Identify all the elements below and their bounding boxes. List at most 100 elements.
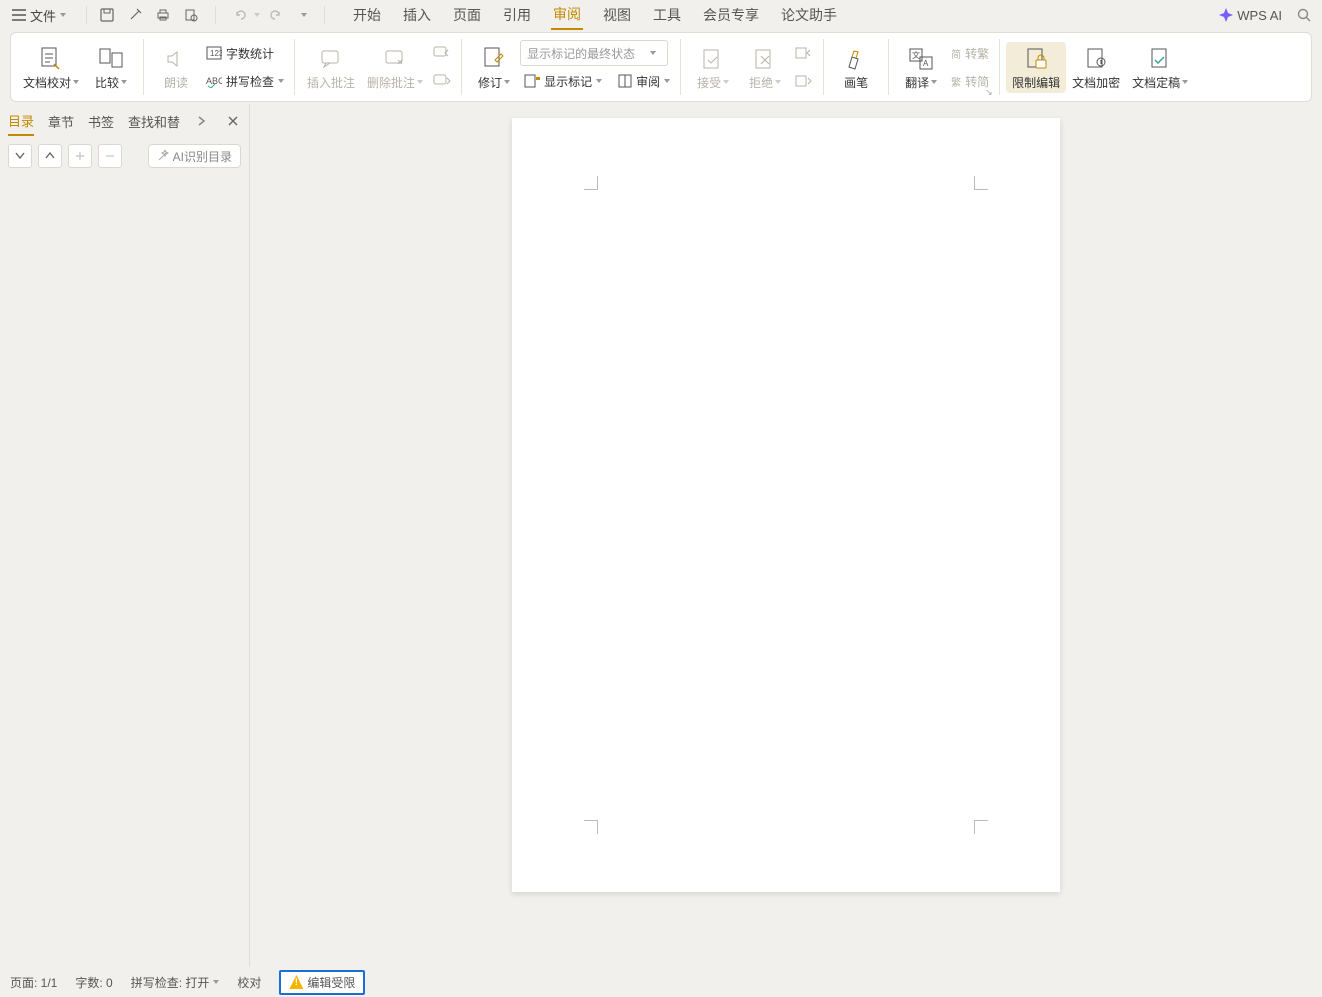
prev-comment-button[interactable] xyxy=(429,40,455,66)
panel-toolbar: AI识别目录 xyxy=(0,138,249,174)
doc-compare-button[interactable]: 文档校对 xyxy=(17,42,85,93)
finalize-button[interactable]: 文档定稿 xyxy=(1126,42,1194,93)
word-count-button[interactable]: 123 字数统计 xyxy=(202,40,288,66)
doc-compare-label: 文档校对 xyxy=(23,74,71,91)
compare-label: 比较 xyxy=(95,74,119,91)
pen-label: 画笔 xyxy=(844,74,868,91)
tab-page[interactable]: 页面 xyxy=(451,1,483,29)
chevron-down-icon xyxy=(664,79,670,83)
margin-mark-icon xyxy=(584,820,598,834)
accept-button[interactable]: 接受 xyxy=(687,42,739,93)
track-changes-button[interactable]: 修订 xyxy=(468,42,520,93)
ai-recognize-toc-button[interactable]: AI识别目录 xyxy=(148,144,241,168)
insert-comment-button[interactable]: 插入批注 xyxy=(301,42,361,93)
hamburger-icon xyxy=(12,9,26,21)
restrict-editing-button[interactable]: 限制编辑 xyxy=(1006,42,1066,93)
read-aloud-button[interactable]: 朗读 xyxy=(150,42,202,93)
chevron-down-icon xyxy=(60,13,66,17)
accept-icon xyxy=(702,44,724,74)
compare-button[interactable]: 比较 xyxy=(85,42,137,93)
wps-ai-label: WPS AI xyxy=(1237,8,1282,23)
page-indicator[interactable]: 页面: 1/1 xyxy=(10,974,57,991)
tab-tools[interactable]: 工具 xyxy=(651,1,683,29)
next-comment-button[interactable] xyxy=(429,68,455,94)
group-tracking: 修订 显示标记的最终状态 显示标记 审阅 xyxy=(462,33,680,101)
ribbon-tabs: 开始 插入 页面 引用 审阅 视图 工具 会员专享 论文助手 xyxy=(351,0,839,30)
panel-tabs-scroll-right[interactable] xyxy=(194,113,210,129)
prev-change-button[interactable] xyxy=(791,40,817,66)
print-button[interactable] xyxy=(151,3,175,27)
tab-start[interactable]: 开始 xyxy=(351,1,383,29)
pen-button[interactable]: 画笔 xyxy=(830,42,882,93)
document-area[interactable] xyxy=(250,104,1322,967)
save-button[interactable] xyxy=(95,3,119,27)
navigation-panel: 目录 章节 书签 查找和替 xyxy=(0,104,250,967)
spell-check-label: 拼写检查: 打开 xyxy=(131,974,210,991)
word-count-indicator[interactable]: 字数: 0 xyxy=(75,974,112,991)
undo-button[interactable] xyxy=(228,3,252,27)
wps-ai-button[interactable]: WPS AI xyxy=(1219,8,1282,23)
redo-button[interactable] xyxy=(264,3,288,27)
lock-doc-icon xyxy=(1025,44,1047,74)
tab-insert[interactable]: 插入 xyxy=(401,1,433,29)
group-proofing: 文档校对 比较 xyxy=(11,33,143,101)
panel-tab-toc[interactable]: 目录 xyxy=(8,107,34,136)
show-markup-button[interactable]: 显示标记 xyxy=(520,68,606,94)
dialog-launcher-icon[interactable]: ↘ xyxy=(985,87,997,99)
chevron-down-icon xyxy=(278,79,284,83)
margin-mark-icon xyxy=(974,820,988,834)
qat-overflow-button[interactable] xyxy=(292,3,316,27)
encrypt-button[interactable]: 文档加密 xyxy=(1066,42,1126,93)
compare-icon xyxy=(99,44,123,74)
collapse-button[interactable] xyxy=(38,144,62,168)
delete-comment-button[interactable]: 删除批注 xyxy=(361,42,429,93)
chevron-down-icon xyxy=(723,80,729,84)
word-count-label: 字数: 0 xyxy=(75,974,112,991)
next-change-button[interactable] xyxy=(791,68,817,94)
workspace: 目录 章节 书签 查找和替 xyxy=(0,104,1322,967)
search-button[interactable] xyxy=(1292,3,1316,27)
review-pane-button[interactable]: 审阅 xyxy=(614,68,674,94)
proofread-indicator[interactable]: 校对 xyxy=(237,974,261,991)
separator xyxy=(215,6,216,24)
margin-mark-icon xyxy=(974,176,988,190)
wps-ai-icon xyxy=(1219,8,1233,22)
print-preview-button[interactable] xyxy=(179,3,203,27)
tab-view[interactable]: 视图 xyxy=(601,1,633,29)
translate-button[interactable]: 文A 翻译 xyxy=(895,42,947,93)
spell-check-button[interactable]: ABC 拼写检查 xyxy=(202,68,288,94)
spell-check-indicator[interactable]: 拼写检查: 打开 xyxy=(131,974,220,991)
document-page[interactable] xyxy=(512,118,1060,892)
encrypt-icon xyxy=(1085,44,1107,74)
expand-button[interactable] xyxy=(8,144,32,168)
tab-thesis-assistant[interactable]: 论文助手 xyxy=(779,1,839,29)
simp-to-trad-button[interactable]: 简 转繁 xyxy=(947,40,993,66)
add-level-button[interactable] xyxy=(68,144,92,168)
panel-tab-bookmarks[interactable]: 书签 xyxy=(88,108,114,135)
panel-tab-find-replace[interactable]: 查找和替 xyxy=(128,108,180,135)
separator xyxy=(86,6,87,24)
encrypt-label: 文档加密 xyxy=(1072,74,1120,91)
doc-compare-icon xyxy=(40,44,62,74)
panel-close-button[interactable] xyxy=(225,113,241,129)
file-menu-button[interactable]: 文件 xyxy=(6,3,72,27)
group-changes: 接受 拒绝 xyxy=(681,33,823,101)
spell-check-icon: ABC xyxy=(206,74,222,88)
quick-access-toolbar xyxy=(95,3,316,27)
panel-tab-chapters[interactable]: 章节 xyxy=(48,108,74,135)
tab-reference[interactable]: 引用 xyxy=(501,1,533,29)
svg-text:123: 123 xyxy=(210,49,222,58)
reject-icon xyxy=(754,44,776,74)
undo-dropdown-icon[interactable] xyxy=(254,13,260,17)
tab-review[interactable]: 审阅 xyxy=(551,0,583,30)
ribbon: 文档校对 比较 朗读 123 字数统计 ABC xyxy=(10,32,1312,102)
display-markup-combo[interactable]: 显示标记的最终状态 xyxy=(520,40,668,66)
quick-note-button[interactable] xyxy=(123,3,147,27)
insert-comment-label: 插入批注 xyxy=(307,74,355,91)
edit-restricted-indicator[interactable]: 编辑受限 xyxy=(279,970,365,995)
tab-member[interactable]: 会员专享 xyxy=(701,1,761,29)
word-count-icon: 123 xyxy=(206,46,222,60)
reject-button[interactable]: 拒绝 xyxy=(739,42,791,93)
remove-level-button[interactable] xyxy=(98,144,122,168)
ai-toc-label: AI识别目录 xyxy=(173,148,232,165)
